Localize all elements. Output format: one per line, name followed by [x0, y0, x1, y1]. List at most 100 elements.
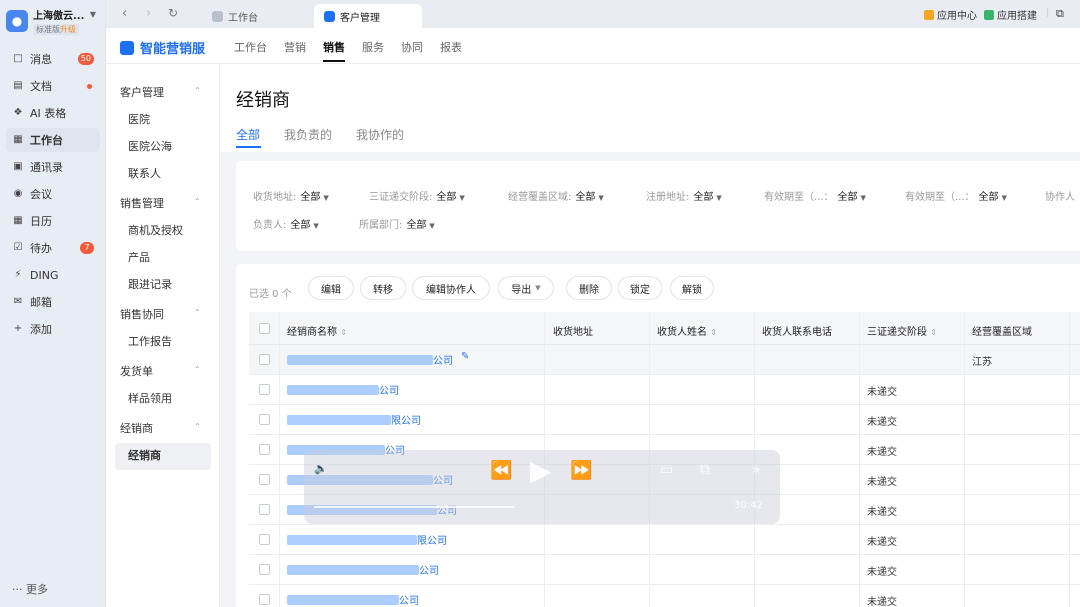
side-nav-item[interactable]: 商机及授权 — [128, 222, 183, 238]
side-nav-item[interactable]: 联系人 — [128, 165, 161, 181]
rail-item-3[interactable]: ▦ 工作台 — [6, 128, 100, 152]
filter-3[interactable]: 注册地址: 全部 ▼ — [646, 188, 722, 203]
nav-service[interactable]: 服务 — [362, 39, 384, 55]
tab-customer-mgmt[interactable]: 客户管理 — [314, 4, 422, 28]
rail-item-9[interactable]: ✉ 邮箱 — [6, 290, 100, 314]
subtab-collab[interactable]: 我协作的 — [356, 126, 404, 143]
side-nav-item[interactable]: 工作报告 — [128, 333, 172, 349]
sort-icon[interactable]: ⇕ — [340, 328, 347, 337]
row-checkbox[interactable] — [259, 384, 270, 395]
toolbar-button-6[interactable]: 解锁 — [670, 276, 714, 300]
play-icon[interactable]: ▶ — [530, 454, 552, 487]
side-nav-group[interactable]: 发货单 — [120, 363, 153, 379]
table-row[interactable]: 限公司 未递交 — [249, 525, 1080, 555]
rail-item-2[interactable]: ❖ AI 表格 — [6, 101, 100, 125]
toolbar-button-4[interactable]: 删除 — [566, 276, 612, 300]
rail-item-7[interactable]: ☑ 待办 7 — [6, 236, 100, 260]
toolbar-button-5[interactable]: 锁定 — [618, 276, 662, 300]
row-checkbox[interactable] — [259, 354, 270, 365]
filter-4[interactable]: 有效期至（...： 全部 ▼ — [764, 188, 866, 203]
rail-item-10[interactable]: + 添加 — [6, 317, 100, 341]
caret-down-icon[interactable]: ▼ — [90, 10, 96, 19]
table-row[interactable]: 限公司 未递交 — [249, 405, 1080, 435]
toolbar-button-1[interactable]: 转移 — [360, 276, 406, 300]
app-center-button[interactable]: 应用中心 — [924, 7, 977, 22]
rail-item-5[interactable]: ◉ 会议 — [6, 182, 100, 206]
row-checkbox[interactable] — [259, 414, 270, 425]
refresh-icon[interactable]: ↻ — [168, 6, 178, 20]
chevron-up-icon[interactable]: ⌃ — [194, 308, 201, 317]
col-name-header[interactable]: 经销商名称 ⇕ — [287, 323, 347, 338]
filter-0[interactable]: 收货地址: 全部 ▼ — [253, 188, 329, 203]
dealer-name-link[interactable]: 限公司 — [391, 412, 421, 427]
more-button[interactable]: ··· 更多 — [12, 581, 48, 597]
chevron-up-icon[interactable]: ⌃ — [194, 197, 201, 206]
progress-track[interactable] — [314, 506, 514, 508]
row-checkbox[interactable] — [259, 564, 270, 575]
filter-1[interactable]: 三证递交阶段: 全部 ▼ — [369, 188, 465, 203]
col-stage-header[interactable]: 三证递交阶段 ⇕ — [867, 323, 937, 338]
side-nav-item[interactable]: 经销商 — [128, 447, 161, 463]
row-checkbox[interactable] — [259, 444, 270, 455]
side-nav-item[interactable]: 产品 — [128, 249, 150, 265]
row-checkbox[interactable] — [259, 474, 270, 485]
upgrade-link[interactable]: 升级 — [60, 25, 76, 34]
org-switcher[interactable]: ● 上海傲云... 标准版升级 ▼ — [6, 6, 102, 36]
col-receiver-header[interactable]: 收货人姓名 ⇕ — [657, 323, 717, 338]
select-all-checkbox[interactable] — [259, 323, 270, 334]
dealer-name-link[interactable]: 公司 — [399, 592, 419, 607]
volume-icon[interactable]: 🔈 — [314, 462, 328, 475]
table-row[interactable]: 公司 未递交 — [249, 375, 1080, 405]
dealer-name-link[interactable]: 公司 — [433, 352, 453, 367]
sort-icon[interactable]: ⇕ — [930, 328, 937, 337]
side-nav-item[interactable]: 样品领用 — [128, 390, 172, 406]
chevron-up-icon[interactable]: ⌃ — [194, 365, 201, 374]
nav-sales[interactable]: 销售 — [323, 39, 345, 62]
window-icon[interactable]: ⧉ — [1056, 7, 1064, 21]
row-checkbox[interactable] — [259, 594, 270, 605]
filter-8[interactable]: 所属部门: 全部 ▼ — [359, 216, 435, 231]
airplay-icon[interactable]: ▭ — [660, 462, 673, 478]
back-icon[interactable]: ‹ — [122, 6, 127, 21]
rail-item-8[interactable]: ⚡ DING — [6, 263, 100, 287]
side-nav-group[interactable]: 客户管理 — [120, 84, 164, 100]
toolbar-button-2[interactable]: 编辑协作人 — [412, 276, 490, 300]
filter-7[interactable]: 负责人: 全部 ▼ — [253, 216, 319, 231]
side-nav-item[interactable]: 医院公海 — [128, 138, 172, 154]
rewind-icon[interactable]: ⏪ — [490, 460, 512, 481]
filter-5[interactable]: 有效期至（...： 全部 ▼ — [905, 188, 1007, 203]
toolbar-button-3[interactable]: 导出 ▼ — [498, 276, 554, 300]
side-nav-item[interactable]: 跟进记录 — [128, 276, 172, 292]
side-nav-group[interactable]: 销售协同 — [120, 306, 164, 322]
nav-reports[interactable]: 报表 — [440, 39, 462, 55]
filter-2[interactable]: 经营覆盖区域: 全部 ▼ — [508, 188, 604, 203]
table-row[interactable]: 公司 未递交 — [249, 585, 1080, 607]
forward-icon[interactable]: › — [146, 6, 151, 21]
skip-icon[interactable]: » — [752, 462, 761, 478]
forward-icon[interactable]: ⏩ — [570, 460, 592, 481]
nav-collab[interactable]: 协同 — [401, 39, 423, 55]
app-builder-button[interactable]: 应用搭建 — [984, 7, 1037, 22]
tab-workbench[interactable]: 工作台 — [202, 4, 268, 28]
subtab-all[interactable]: 全部 — [236, 126, 260, 143]
side-nav-item[interactable]: 医院 — [128, 111, 150, 127]
row-checkbox[interactable] — [259, 504, 270, 515]
filter-6[interactable]: 协作人 — [1045, 188, 1075, 203]
table-row[interactable]: 公司 未递交 — [249, 555, 1080, 585]
row-checkbox[interactable] — [259, 534, 270, 545]
side-nav-group[interactable]: 销售管理 — [120, 195, 164, 211]
dealer-name-link[interactable]: 公司 — [419, 562, 439, 577]
edit-pencil-icon[interactable]: ✎ — [461, 351, 469, 362]
nav-marketing[interactable]: 营销 — [284, 39, 306, 55]
rail-item-1[interactable]: ▤ 文档 — [6, 74, 100, 98]
toolbar-button-0[interactable]: 编辑 — [308, 276, 354, 300]
side-nav-group[interactable]: 经销商 — [120, 420, 153, 436]
rail-item-0[interactable]: □ 消息 50 — [6, 47, 100, 71]
dealer-name-link[interactable]: 限公司 — [417, 532, 447, 547]
chevron-up-icon[interactable]: ⌃ — [194, 422, 201, 431]
sort-icon[interactable]: ⇕ — [710, 328, 717, 337]
pip-icon[interactable]: ⧉ — [700, 462, 710, 478]
chevron-up-icon[interactable]: ⌃ — [194, 86, 201, 95]
dealer-name-link[interactable]: 公司 — [379, 382, 399, 397]
rail-item-4[interactable]: ▣ 通讯录 — [6, 155, 100, 179]
